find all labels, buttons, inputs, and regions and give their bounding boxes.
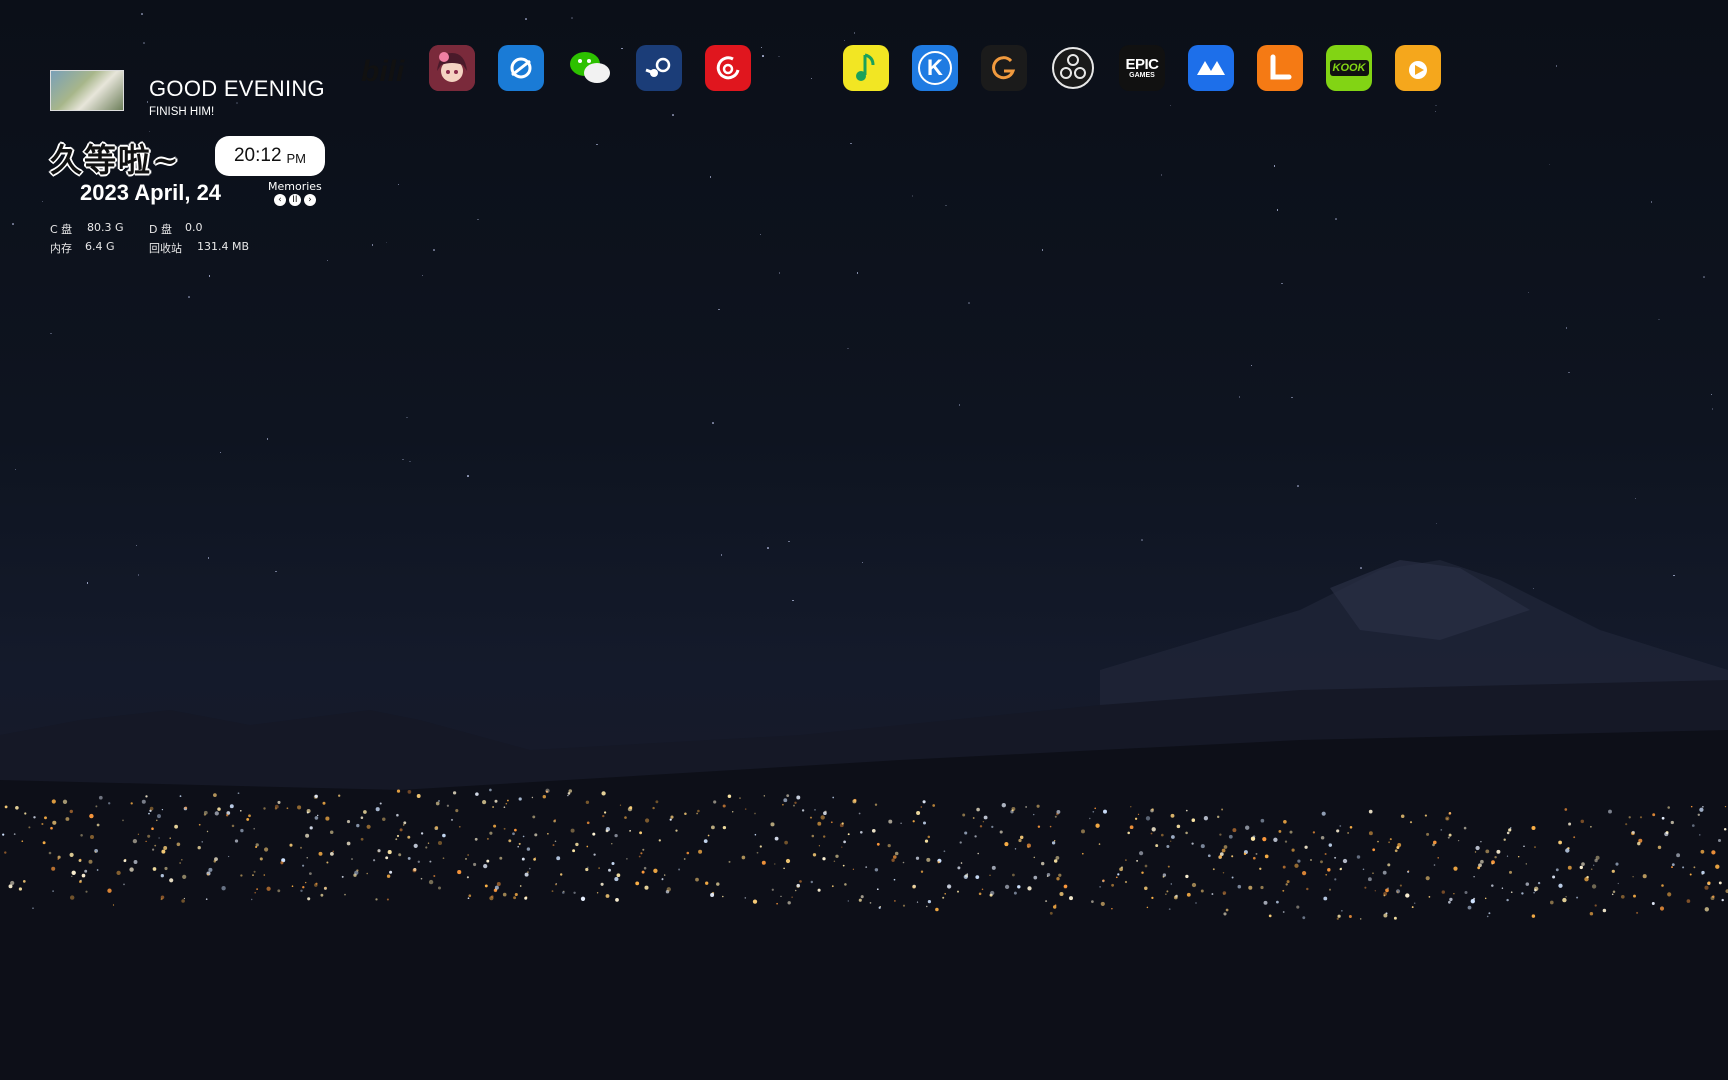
obs-app-button[interactable] xyxy=(1050,45,1096,91)
battle-net-icon xyxy=(506,53,536,83)
memory-value: 6.4 G xyxy=(85,240,115,253)
d-drive-value: 0.0 xyxy=(185,221,203,234)
c-drive-label: C 盘 xyxy=(50,223,73,236)
system-stats: C 盘 80.3 G D 盘 0.0 内存 6.4 G 回收站 131.4 MB xyxy=(50,221,310,259)
epic-games-icon: EPIC GAMES xyxy=(1125,56,1159,79)
tencent-meeting-app-button[interactable] xyxy=(1188,45,1234,91)
qq-music-app-button[interactable] xyxy=(843,45,889,91)
wechat-app-button[interactable] xyxy=(567,45,613,91)
recycle-bin-label: 回收站 xyxy=(149,242,182,255)
qq-music-icon xyxy=(843,45,889,91)
recycle-bin-value: 131.4 MB xyxy=(197,240,250,253)
greeting-text: GOOD EVENING xyxy=(149,76,325,101)
anime-game-app-button[interactable] xyxy=(429,45,475,91)
epic-games-app-button[interactable]: EPIC GAMES xyxy=(1119,45,1165,91)
tencent-meeting-icon xyxy=(1194,51,1228,85)
wechat-icon xyxy=(567,45,613,91)
motto-text: 久等啦~ xyxy=(50,141,181,179)
bilibili-app-button[interactable]: bili xyxy=(360,45,406,91)
clock-pill: 20:12 PM xyxy=(215,136,325,176)
c-drive-value: 80.3 G xyxy=(87,221,124,234)
app-dock: bili K EPIC GAMES KOOK xyxy=(360,45,1441,91)
video-app-icon xyxy=(1395,45,1441,91)
video-app-app-button[interactable] xyxy=(1395,45,1441,91)
anime-game-icon xyxy=(429,45,475,91)
steam-app-button[interactable] xyxy=(636,45,682,91)
thunder-icon xyxy=(1257,45,1303,91)
date-text: 2023 April, 24 xyxy=(80,180,222,205)
castle-game-app-button[interactable] xyxy=(774,45,820,91)
game-center-app-button[interactable] xyxy=(981,45,1027,91)
kook-app-button[interactable]: KOOK xyxy=(1326,45,1372,91)
memory-label: 内存 xyxy=(50,242,72,255)
battle-net-app-button[interactable] xyxy=(498,45,544,91)
svg-text:bili: bili xyxy=(361,55,405,88)
greeting-subtitle: FINISH HIM! xyxy=(149,106,215,118)
d-drive-label: D 盘 xyxy=(149,223,172,236)
clock-time: 20:12 xyxy=(233,145,282,166)
netease-music-icon xyxy=(713,53,743,83)
obs-icon xyxy=(1050,45,1096,91)
steam-icon xyxy=(644,53,674,83)
thunder-app-button[interactable] xyxy=(1257,45,1303,91)
city-lights xyxy=(2,788,1728,920)
next-button[interactable]: › xyxy=(303,194,316,206)
kugou-app-button[interactable]: K xyxy=(912,45,958,91)
netease-music-app-button[interactable] xyxy=(705,45,751,91)
previous-button[interactable]: ‹ xyxy=(273,194,286,206)
bilibili-icon: bili xyxy=(359,48,407,88)
avatar[interactable] xyxy=(50,70,124,111)
kook-icon: KOOK xyxy=(1329,60,1369,76)
kugou-icon: K xyxy=(918,51,952,85)
clock-ampm: PM xyxy=(286,150,307,166)
memories-player: Memories ‹ II › xyxy=(268,180,322,206)
pause-button[interactable]: II xyxy=(288,194,301,206)
memories-label: Memories xyxy=(268,180,322,193)
game-center-icon xyxy=(989,53,1019,83)
